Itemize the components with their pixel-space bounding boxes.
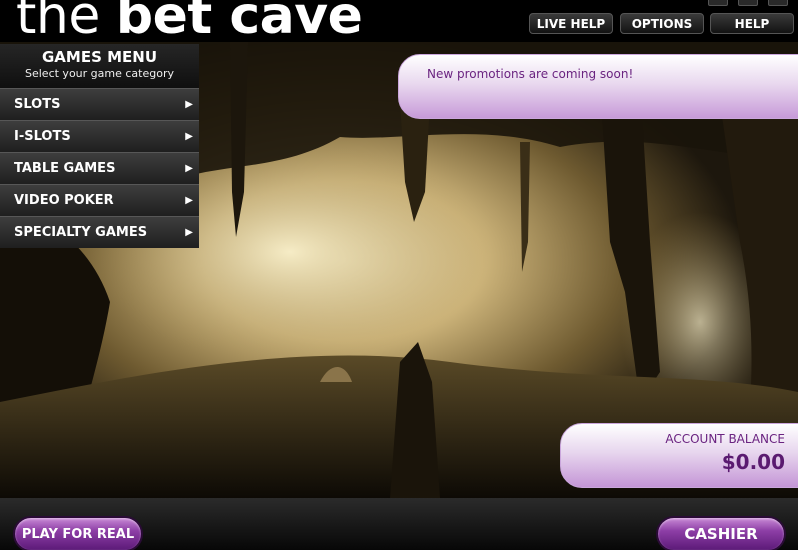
account-balance-label: ACCOUNT BALANCE: [665, 432, 785, 446]
play-for-real-label: PLAY FOR REAL: [21, 526, 135, 542]
live-help-label: LIVE HELP: [536, 16, 606, 31]
logo-text-light: the: [16, 0, 116, 42]
menu-item-i-slots[interactable]: I-SLOTS ▶: [0, 120, 199, 152]
options-label: OPTIONS: [631, 16, 693, 31]
account-balance-value: $0.00: [721, 450, 785, 474]
menu-item-label: SLOTS: [14, 96, 61, 112]
logo-text-bold: bet cave: [115, 0, 363, 42]
menu-item-slots[interactable]: SLOTS ▶: [0, 88, 199, 120]
arrow-right-icon: ▶: [185, 130, 193, 142]
minimize-icon[interactable]: [708, 0, 728, 6]
promotions-banner: New promotions are coming soon!: [398, 54, 798, 119]
arrow-right-icon: ▶: [185, 194, 193, 206]
menu-item-label: TABLE GAMES: [14, 160, 116, 176]
games-menu-subtitle: Select your game category: [25, 67, 174, 80]
menu-item-label: I-SLOTS: [14, 128, 71, 144]
arrow-right-icon: ▶: [185, 162, 193, 174]
games-menu-title: GAMES MENU: [41, 48, 158, 66]
live-help-button[interactable]: LIVE HELP: [529, 13, 613, 34]
app-header: the bet cave LIVE HELP OPTIONS HELP: [0, 0, 798, 42]
menu-item-label: VIDEO POKER: [14, 192, 114, 208]
help-label: HELP: [734, 16, 770, 31]
arrow-right-icon: ▶: [185, 98, 193, 110]
cashier-label: CASHIER: [684, 525, 758, 543]
menu-item-label: SPECIALTY GAMES: [14, 224, 148, 240]
promotions-text: New promotions are coming soon!: [427, 67, 634, 81]
close-icon[interactable]: [768, 0, 788, 6]
maximize-icon[interactable]: [738, 0, 758, 6]
bet-cave-logo: the bet cave: [16, 0, 363, 42]
menu-item-video-poker[interactable]: VIDEO POKER ▶: [0, 184, 199, 216]
account-balance-panel: ACCOUNT BALANCE $0.00: [560, 423, 798, 488]
play-for-real-button[interactable]: PLAY FOR REAL: [13, 516, 143, 550]
arrow-right-icon: ▶: [185, 226, 193, 238]
menu-item-table-games[interactable]: TABLE GAMES ▶: [0, 152, 199, 184]
games-menu: GAMES MENU Select your game category SLO…: [0, 44, 199, 248]
bottom-bar: PLAY FOR REAL CASHIER: [0, 498, 798, 550]
options-button[interactable]: OPTIONS: [620, 13, 704, 34]
cashier-button[interactable]: CASHIER: [656, 516, 786, 550]
help-button[interactable]: HELP: [710, 13, 794, 34]
menu-item-specialty-games[interactable]: SPECIALTY GAMES ▶: [0, 216, 199, 248]
games-menu-header: GAMES MENU Select your game category: [0, 44, 199, 88]
